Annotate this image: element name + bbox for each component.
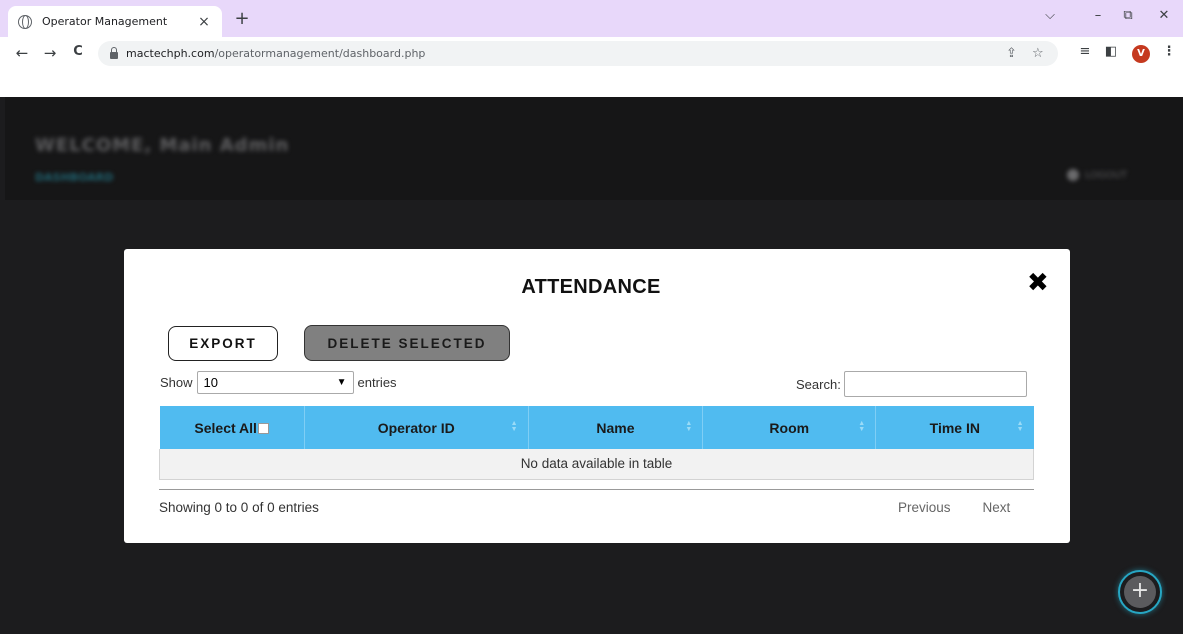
share-icon[interactable]: ⇪	[1006, 46, 1017, 61]
entries-select[interactable]: 10 ▼	[196, 371, 354, 394]
url-path: /operatormanagement/dashboard.php	[214, 47, 426, 60]
new-tab-button[interactable]: +	[232, 9, 252, 29]
reload-icon[interactable]: C	[68, 44, 88, 59]
attendance-table: Select All Operator ID ▲ ▼ Name ▲ ▼ Room ▲…	[159, 406, 1034, 480]
entries-select-value: 10	[203, 375, 218, 390]
chevron-down-icon: ▼	[336, 377, 347, 388]
table-divider	[159, 489, 1034, 490]
table-search-control: Search:	[796, 371, 1027, 397]
minimize-icon[interactable]: –	[1088, 8, 1108, 23]
page-header: WELCOME, Main Admin DASHBOARD LOGOUT	[5, 97, 1183, 200]
add-fab-button[interactable]: +	[1118, 570, 1162, 614]
page-top-gap	[0, 70, 1183, 97]
attendance-modal: ATTENDANCE ✖ EXPORT DELETE SELECTED Show…	[124, 249, 1070, 543]
window-close-icon[interactable]: ✕	[1154, 8, 1174, 23]
globe-icon	[18, 14, 32, 29]
column-header-operator-id[interactable]: Operator ID ▲ ▼	[304, 406, 529, 449]
modal-close-icon[interactable]: ✖	[1027, 269, 1049, 297]
sort-icon: ▲ ▼	[510, 420, 518, 433]
browser-tab-bar: Operator Management × + ⌵ – ⧉ ✕	[0, 0, 1183, 37]
sort-icon: ▲ ▼	[858, 420, 866, 433]
browser-toolbar: ← → C mactechph.com/operatormanagement/d…	[0, 37, 1183, 70]
table-header-row: Select All Operator ID ▲ ▼ Name ▲ ▼ Room ▲…	[159, 406, 1034, 449]
forward-icon[interactable]: →	[40, 44, 60, 62]
side-panel-icon[interactable]: ◧	[1102, 44, 1120, 59]
address-bar[interactable]: mactechph.com/operatormanagement/dashboa…	[98, 41, 1058, 66]
modal-title: ATTENDANCE	[521, 276, 661, 298]
room-label: Room	[769, 419, 810, 436]
back-icon[interactable]: ←	[12, 44, 32, 62]
previous-button[interactable]: Previous	[898, 500, 963, 515]
column-header-select-all[interactable]: Select All	[159, 406, 305, 449]
empty-table-message: No data available in table	[159, 449, 1034, 480]
column-header-room[interactable]: Room ▲ ▼	[702, 406, 877, 449]
logout-icon	[1067, 169, 1079, 181]
column-header-time-in[interactable]: Time IN ▲ ▼	[875, 406, 1034, 449]
search-label: Search:	[796, 376, 841, 392]
tab-search-icon[interactable]: ⌵	[1040, 8, 1060, 23]
profile-avatar[interactable]: V	[1132, 45, 1150, 63]
plus-icon: +	[1124, 576, 1156, 608]
tab-close-icon[interactable]: ×	[196, 14, 212, 30]
show-label: Show	[160, 375, 193, 390]
table-info: Showing 0 to 0 of 0 entries	[159, 500, 319, 515]
time-in-label: Time IN	[929, 419, 980, 436]
table-length-control: Show 10 ▼ entries	[160, 371, 397, 394]
url-host: mactechph.com	[126, 47, 215, 60]
pagination: Previous Next	[894, 500, 1022, 515]
search-input[interactable]	[843, 371, 1027, 397]
welcome-heading: WELCOME, Main Admin	[35, 135, 290, 156]
logout-label: LOGOUT	[1085, 169, 1128, 181]
select-all-checkbox[interactable]	[257, 422, 269, 434]
operator-id-label: Operator ID	[377, 419, 455, 436]
table-row: No data available in table	[159, 449, 1034, 480]
column-header-name[interactable]: Name ▲ ▼	[528, 406, 704, 449]
star-icon[interactable]: ☆	[1032, 46, 1044, 61]
logout-link[interactable]: LOGOUT	[1067, 169, 1127, 181]
next-button[interactable]: Next	[983, 500, 1023, 515]
entries-label: entries	[357, 375, 397, 390]
dashboard-link[interactable]: DASHBOARD	[35, 171, 113, 184]
browser-tab[interactable]: Operator Management ×	[8, 6, 222, 37]
lock-icon	[110, 46, 118, 59]
sort-icon: ▲ ▼	[685, 420, 693, 433]
name-label: Name	[596, 419, 635, 436]
restore-icon[interactable]: ⧉	[1118, 8, 1138, 23]
sort-icon: ▲ ▼	[1016, 420, 1024, 433]
tab-title: Operator Management	[42, 15, 168, 28]
delete-selected-button[interactable]: DELETE SELECTED	[304, 325, 510, 361]
select-all-label: Select All	[194, 419, 257, 436]
reading-list-icon[interactable]: ≡	[1076, 44, 1094, 59]
menu-kebab-icon[interactable]: ⋮	[1160, 44, 1178, 59]
export-button[interactable]: EXPORT	[168, 326, 278, 361]
